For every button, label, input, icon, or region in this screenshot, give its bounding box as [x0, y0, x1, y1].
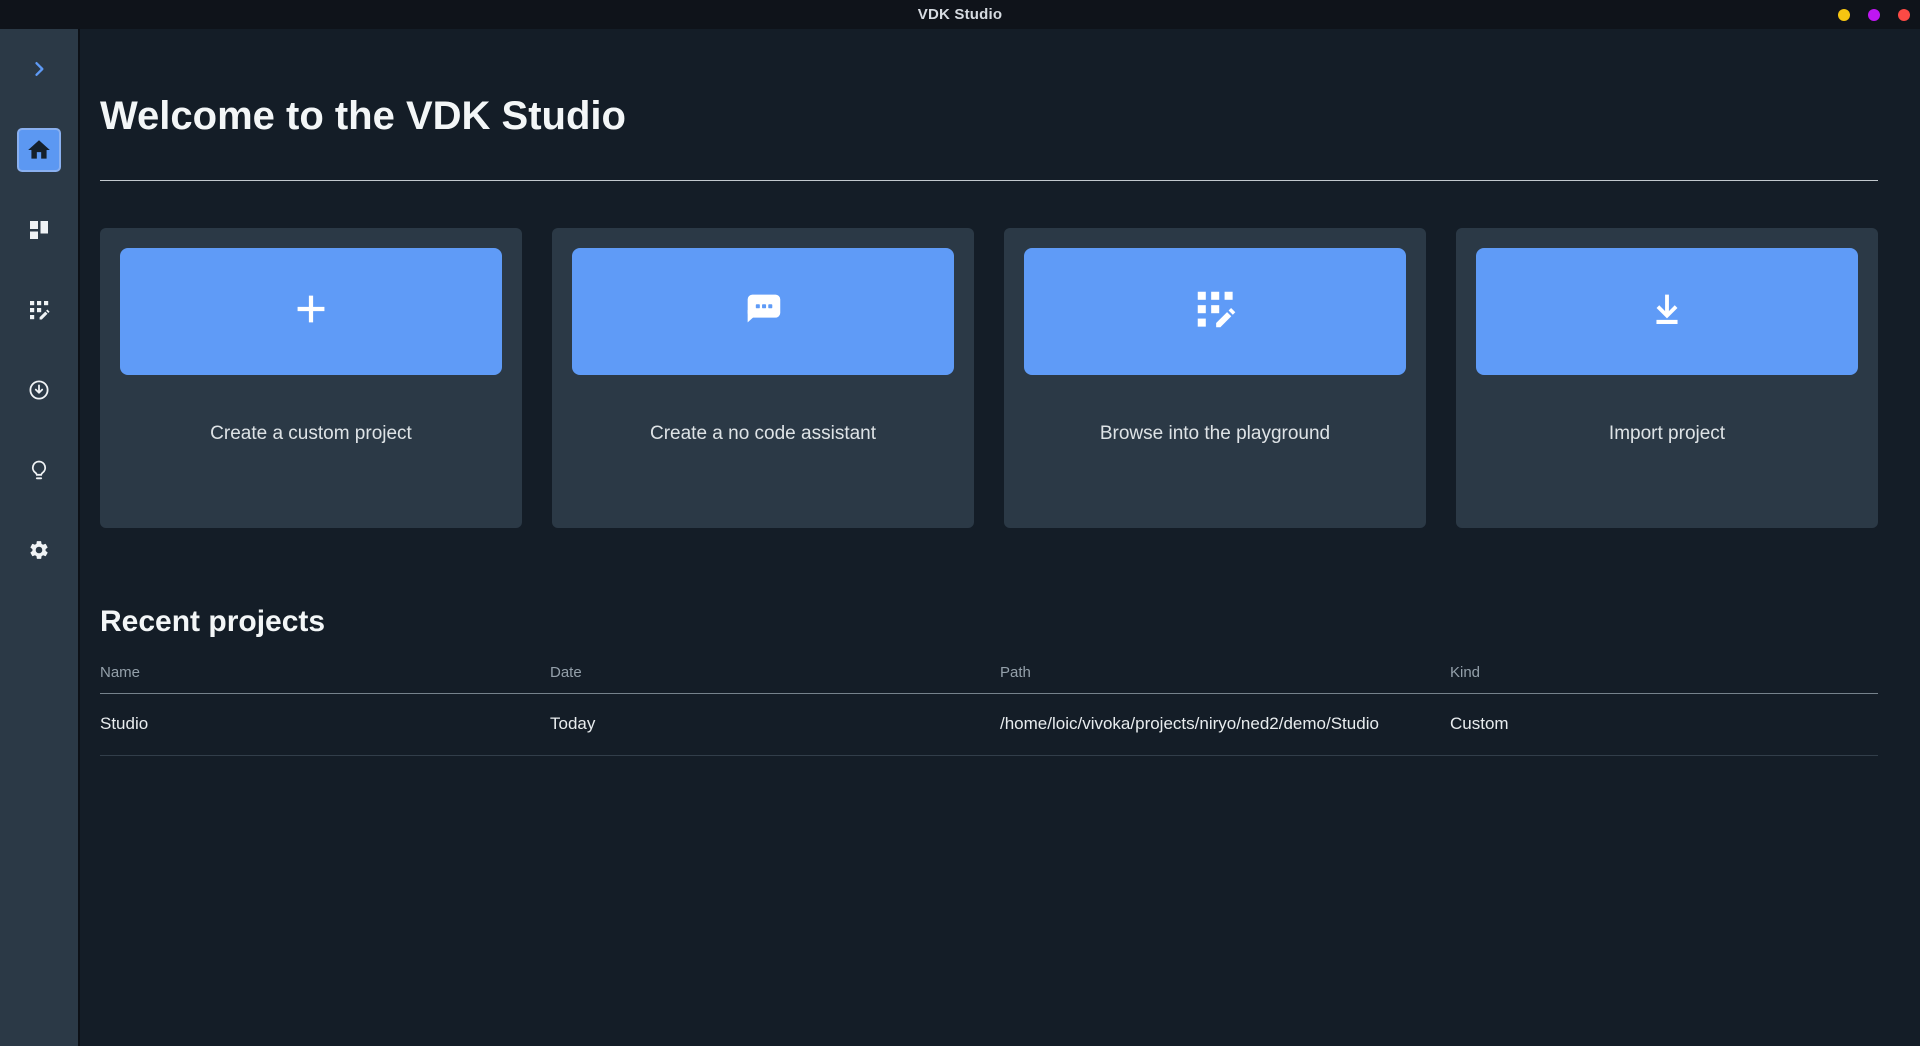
chat-ellipsis-icon	[740, 286, 786, 337]
sidebar-item-import[interactable]	[0, 350, 79, 430]
column-header-date: Date	[550, 664, 582, 681]
window-controls	[1838, 0, 1910, 29]
grid-edit-icon	[27, 298, 51, 322]
project-name-cell: Studio	[100, 714, 149, 733]
plus-icon	[288, 286, 334, 337]
card-banner	[120, 248, 502, 375]
column-header-path: Path	[1000, 664, 1031, 681]
create-custom-project-card[interactable]: Create a custom project	[100, 228, 522, 528]
grid-edit-icon	[1192, 286, 1238, 337]
card-banner	[1024, 248, 1406, 375]
action-cards: Create a custom project Create a no code…	[100, 228, 1878, 528]
close-dot[interactable]	[1898, 8, 1910, 21]
title-divider	[100, 180, 1878, 181]
recent-projects-table: Name Date Path Kind Studio Today /home/l…	[100, 664, 1878, 756]
card-label: Create a custom project	[210, 423, 412, 444]
maximize-dot[interactable]	[1868, 8, 1880, 21]
page-title: Welcome to the VDK Studio	[100, 94, 626, 138]
app-window: Welcome to the VDK Studio Create a custo…	[0, 29, 1920, 1046]
card-banner	[1476, 248, 1858, 375]
home-icon	[17, 128, 61, 172]
project-date-cell: Today	[550, 714, 596, 733]
sidebar-item-home[interactable]	[0, 110, 79, 190]
window-title: VDK Studio	[917, 6, 1003, 23]
column-header-kind: Kind	[1450, 664, 1481, 681]
sidebar	[0, 29, 80, 1046]
create-no-code-assistant-card[interactable]: Create a no code assistant	[552, 228, 974, 528]
sidebar-item-dashboard[interactable]	[0, 190, 79, 270]
recent-projects-title: Recent projects	[100, 605, 326, 638]
dashboard-icon	[27, 218, 51, 242]
download-icon	[1644, 286, 1690, 337]
sidebar-nav	[0, 110, 79, 590]
import-project-card[interactable]: Import project	[1456, 228, 1878, 528]
project-kind-cell: Custom	[1450, 714, 1509, 733]
sidebar-expand-button[interactable]	[21, 53, 57, 89]
minimize-dot[interactable]	[1838, 8, 1850, 21]
browse-playground-card[interactable]: Browse into the playground	[1004, 228, 1426, 528]
chevron-right-icon	[29, 59, 49, 84]
sidebar-item-settings[interactable]	[0, 510, 79, 590]
titlebar: VDK Studio	[0, 0, 1920, 29]
card-banner	[572, 248, 954, 375]
card-label: Browse into the playground	[1099, 423, 1331, 444]
card-label: Create a no code assistant	[649, 423, 877, 444]
main-content: Welcome to the VDK Studio Create a custo…	[80, 29, 1920, 1046]
download-circle-icon	[27, 378, 51, 402]
card-label: Import project	[1608, 423, 1726, 444]
project-path-cell: /home/loic/vivoka/projects/niryo/ned2/de…	[1000, 714, 1379, 733]
sidebar-item-projects[interactable]	[0, 270, 79, 350]
lightbulb-icon	[27, 458, 51, 482]
sidebar-item-tips[interactable]	[0, 430, 79, 510]
table-header-row: Name Date Path Kind	[100, 664, 1878, 694]
settings-gear-icon	[28, 539, 50, 561]
column-header-name: Name	[100, 664, 141, 681]
table-row[interactable]: Studio Today /home/loic/vivoka/projects/…	[100, 694, 1878, 756]
